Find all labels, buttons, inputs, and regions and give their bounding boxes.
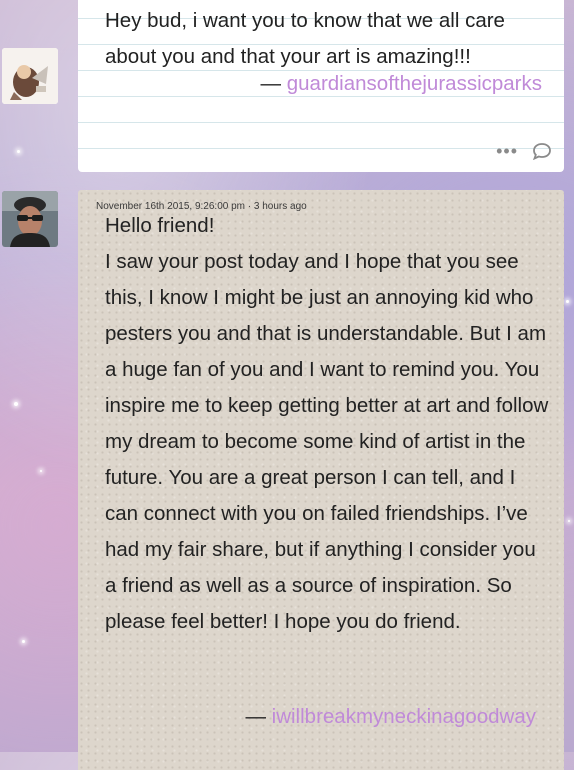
background-star [17, 150, 20, 153]
post-card: Hey bud, i want you to know that we all … [78, 0, 564, 172]
background-star [14, 402, 18, 406]
background-star [40, 470, 42, 472]
post-card: November 16th 2015, 9:26:00 pm · 3 hours… [78, 190, 564, 770]
background-star [566, 300, 569, 303]
post-actions: ••• [496, 142, 552, 160]
avatar[interactable] [2, 48, 58, 104]
background-star [568, 520, 570, 522]
ellipsis-icon[interactable]: ••• [496, 142, 518, 160]
post-greeting: Hello friend! [105, 214, 215, 237]
avatar-image [2, 191, 58, 247]
avatar-image [2, 48, 58, 104]
reply-bubble-icon[interactable] [532, 142, 552, 160]
author-link[interactable]: iwillbreakmyneckinagoodway [272, 705, 536, 728]
post-message: I saw your post today and I hope that yo… [105, 250, 549, 633]
avatar[interactable] [2, 191, 58, 247]
attribution-dash: — [260, 72, 282, 95]
attribution-dash: — [245, 705, 266, 728]
post-attribution: — guardiansofthejurassicparks [261, 72, 542, 96]
post-message: Hey bud, i want you to know that we all … [105, 9, 505, 68]
author-link[interactable]: guardiansofthejurassicparks [287, 72, 542, 95]
background-star [22, 640, 25, 643]
post-attribution: — iwillbreakmyneckinagoodway [245, 705, 536, 729]
post-body: Hello friend! I saw your post today and … [105, 208, 550, 640]
